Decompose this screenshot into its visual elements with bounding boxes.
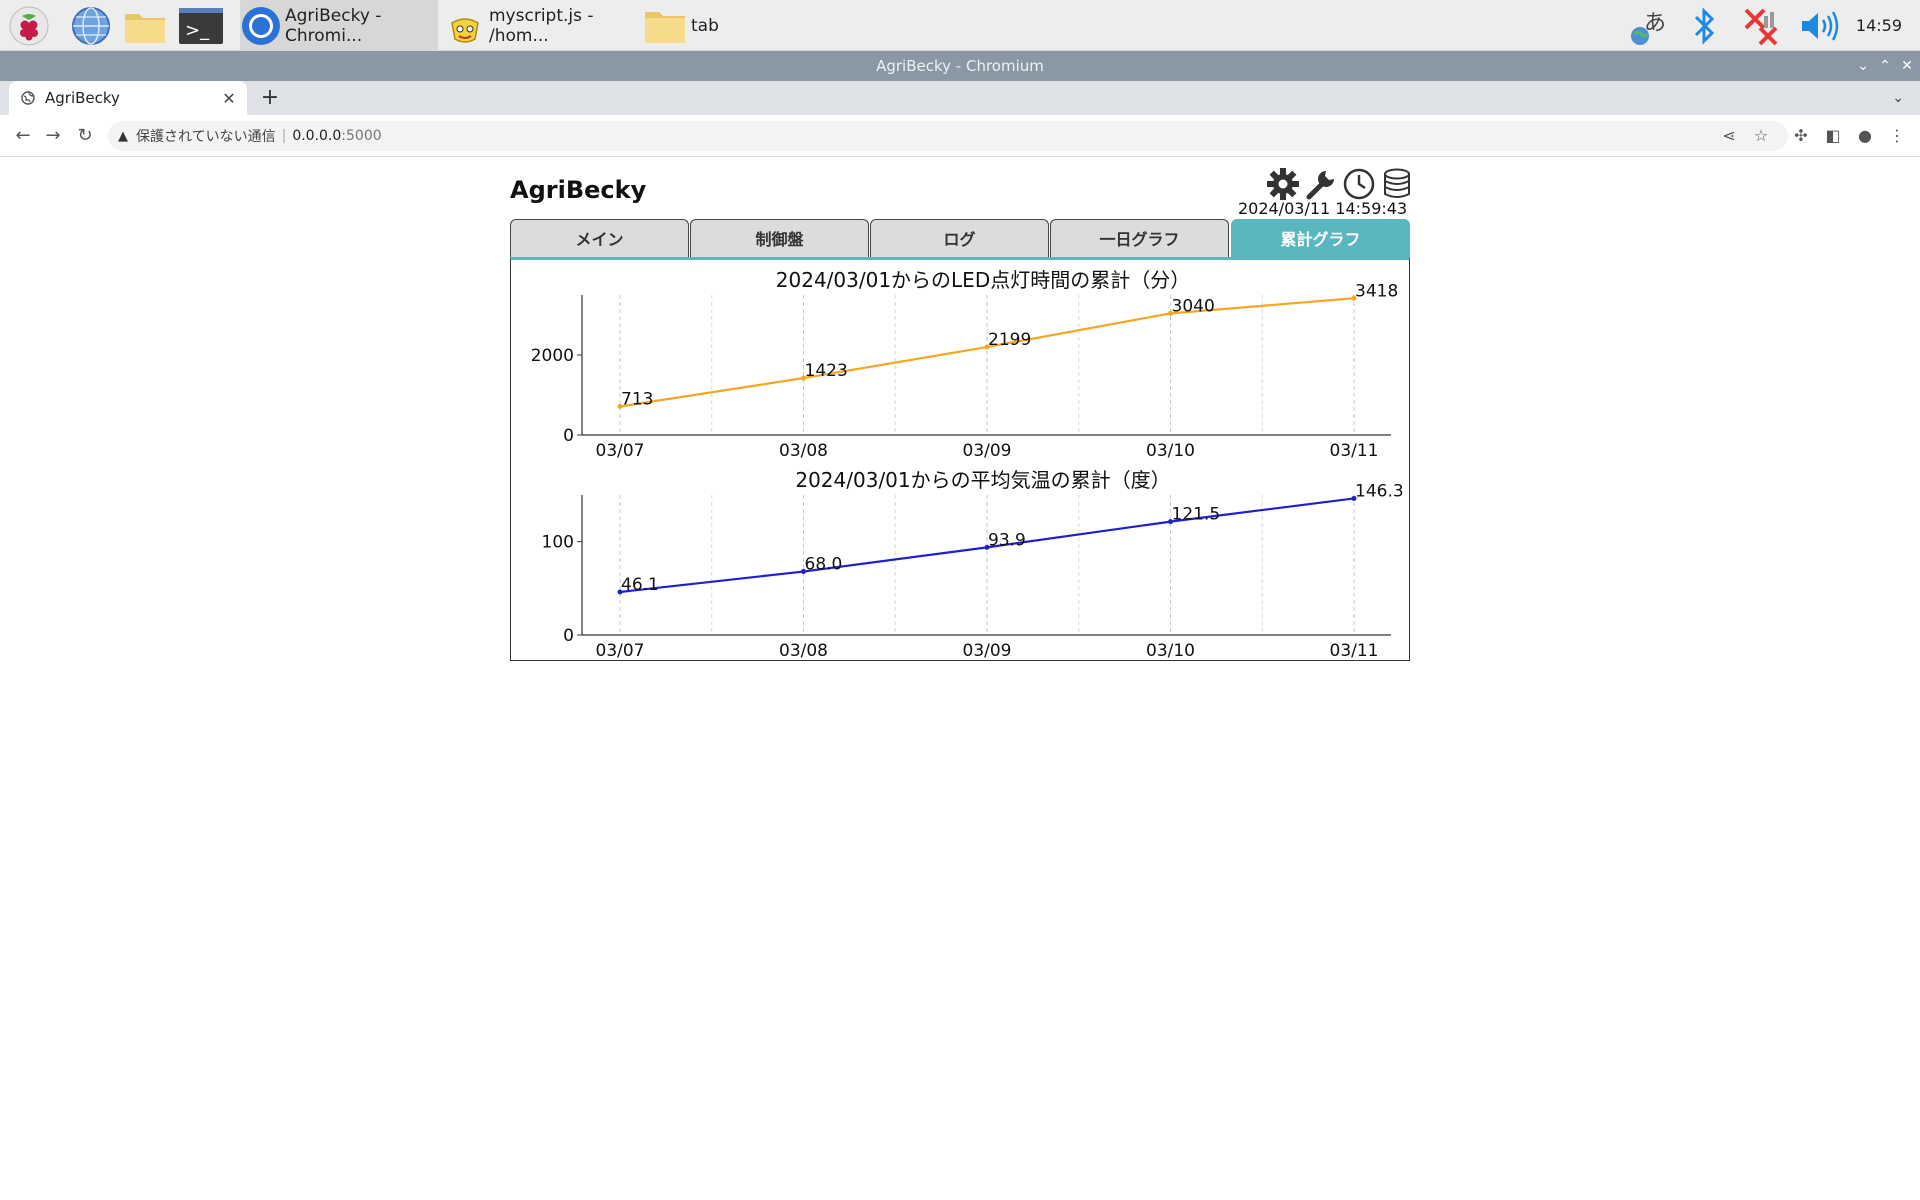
tab-control-panel[interactable]: 制御盤 [690,219,869,259]
data-label: 93.9 [988,530,1026,550]
security-status: 保護されていない通信 [136,129,276,145]
volume-icon[interactable] [1796,0,1842,51]
terminal-icon[interactable]: >_ [178,4,224,48]
reload-icon[interactable]: ↻ [70,115,100,157]
web-browser-icon[interactable] [68,4,114,48]
taskbar-app-folder[interactable]: tab [642,0,752,51]
cumulative-charts: 2024/03/01からのLED点灯時間の累計（分） 0 2000 03/07 03/0… [531,268,1404,661]
y-tick-label: 100 [542,533,574,553]
browser-tabstrip: AgriBecky ✕ + ⌄ [0,81,1920,115]
minimize-icon[interactable]: ⌄ [1852,51,1874,81]
data-label: 713 [621,389,653,409]
browser-tab-title: AgriBecky [45,89,120,107]
svg-text:>_: >_ [185,20,210,41]
graph-panel: 2024/03/01からのLED点灯時間の累計（分） 0 2000 03/07 03/0… [510,257,1410,661]
tab-cumulative-graph[interactable]: 累計グラフ [1231,219,1410,259]
database-icon[interactable] [1379,166,1415,202]
taskbar-app-label: tab [691,15,719,36]
data-label: 1423 [805,361,848,381]
folder-icon [642,3,688,49]
chart-title: 2024/03/01からのLED点灯時間の累計（分） [776,268,1190,292]
bookmark-star-icon[interactable]: ☆ [1748,115,1774,157]
url-port: :5000 [341,128,382,144]
window-titlebar[interactable]: AgriBecky - Chromium ⌄ ⌃ ✕ [0,51,1920,81]
data-label: 68.0 [805,555,843,575]
close-tab-icon[interactable]: ✕ [219,89,239,108]
x-tick-label: 03/07 [596,641,645,659]
taskbar-app-label: AgriBecky - Chromi... [285,5,382,46]
x-tick-label: 03/10 [1146,441,1195,461]
header-icons [1265,166,1415,202]
y-tick-label: 0 [563,426,574,446]
x-tick-label: 03/08 [779,641,828,659]
browser-toolbar: ← → ↻ ▲ 保護されていない通信 | 0.0.0.0 :5000 ⋖ ☆ ✣… [0,115,1920,157]
chromium-icon [240,3,282,49]
chart-title: 2024/03/01からの平均気温の累計（度） [795,468,1170,492]
gear-icon[interactable] [1265,166,1301,202]
clock-icon[interactable] [1341,166,1377,202]
globe-icon [21,91,35,105]
network-disconnected-icon[interactable] [1740,0,1784,51]
taskbar: >_ AgriBecky - Chromi... myscript.js - /… [0,0,1920,51]
x-tick-label: 03/08 [779,441,828,461]
geany-icon [444,3,486,49]
bluetooth-icon[interactable] [1686,0,1722,51]
raspberry-menu-icon[interactable] [6,4,52,48]
data-label: 121.5 [1172,505,1221,525]
profile-avatar-icon[interactable]: ● [1852,115,1878,157]
data-label: 3040 [1172,296,1215,316]
x-tick-label: 03/09 [963,441,1012,461]
data-label: 2199 [988,330,1031,350]
x-tick-label: 03/11 [1330,641,1379,659]
x-tick-label: 03/11 [1330,441,1379,461]
url-divider: | [281,128,287,144]
x-tick-label: 03/09 [963,641,1012,659]
warning-icon[interactable]: ▲ [118,129,128,144]
tab-main[interactable]: メイン [510,219,689,259]
x-tick-label: 03/07 [596,441,645,461]
x-tick-label: 03/10 [1146,641,1195,659]
tab-daily-graph[interactable]: 一日グラフ [1050,219,1229,259]
data-label: 46.1 [621,575,659,595]
y-tick-label: 2000 [531,346,574,366]
file-manager-icon[interactable] [122,4,168,48]
tab-log[interactable]: ログ [870,219,1049,259]
app-tabs: メイン 制御盤 ログ 一日グラフ 累計グラフ [510,219,1410,259]
clock[interactable]: 14:59 [1856,0,1902,51]
tab-search-icon[interactable]: ⌄ [1892,81,1904,115]
extensions-icon[interactable]: ✣ [1788,115,1814,157]
taskbar-app-chromium[interactable]: AgriBecky - Chromi... [240,0,438,51]
browser-menu-icon[interactable]: ⋮ [1884,115,1910,157]
url-host: 0.0.0.0 [292,128,342,144]
taskbar-app-label: myscript.js - /hom... [489,5,594,46]
ime-icon[interactable]: あ [1626,0,1670,51]
data-label: 146.3 [1355,481,1404,501]
share-icon[interactable]: ⋖ [1716,115,1742,157]
address-bar[interactable]: ▲ 保護されていない通信 | 0.0.0.0 :5000 [108,121,1788,151]
back-icon[interactable]: ← [8,115,38,157]
browser-tab[interactable]: AgriBecky ✕ [9,81,247,115]
window-title: AgriBecky - Chromium [876,57,1044,75]
page-title: AgriBecky [510,176,647,204]
y-tick-label: 0 [563,626,574,646]
current-datetime: 2024/03/11 14:59:43 [1238,199,1408,218]
data-label: 3418 [1355,281,1398,301]
wrench-icon[interactable] [1303,166,1339,202]
new-tab-button[interactable]: + [258,81,282,115]
close-window-icon[interactable]: ✕ [1896,51,1918,81]
maximize-icon[interactable]: ⌃ [1874,51,1896,81]
side-panel-icon[interactable]: ◧ [1820,115,1846,157]
taskbar-app-geany[interactable]: myscript.js - /hom... [444,0,640,51]
forward-icon[interactable]: → [38,115,68,157]
